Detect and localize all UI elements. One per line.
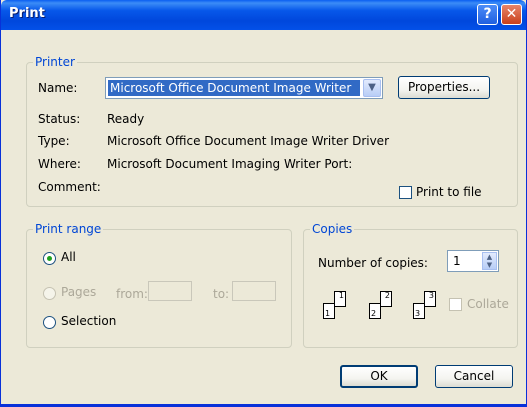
collate-page-2-back: 2 <box>380 291 392 307</box>
to-label: to: <box>213 287 230 301</box>
print-to-file-checkbox[interactable] <box>399 186 412 199</box>
all-label[interactable]: All <box>61 250 76 264</box>
comment-label: Comment: <box>38 180 101 194</box>
selection-label[interactable]: Selection <box>61 314 116 328</box>
chevron-down-icon[interactable]: ▼ <box>363 79 381 97</box>
collate-page-3-front: 3 <box>413 303 425 319</box>
printer-name-select[interactable]: Microsoft Office Document Image Writer ▼ <box>105 77 383 99</box>
pages-label[interactable]: Pages <box>61 285 96 299</box>
copies-value: 1 <box>453 254 461 268</box>
spin-up-down-icon[interactable]: ▲ ▼ <box>482 252 497 270</box>
pages-radio[interactable] <box>43 287 56 300</box>
where-label: Where: <box>38 157 81 171</box>
dialog-title: Print <box>9 6 45 21</box>
number-of-copies-label: Number of copies: <box>318 256 428 270</box>
collate-page-3-back: 3 <box>424 291 436 307</box>
collate-page-1-back: 1 <box>334 291 346 307</box>
printer-group-label: Printer <box>35 55 75 69</box>
status-label: Status: <box>38 112 81 126</box>
where-value: Microsoft Document Imaging Writer Port: <box>107 157 353 171</box>
copies-group-label: Copies <box>312 222 353 236</box>
name-label: Name: <box>38 81 78 95</box>
from-input[interactable] <box>148 281 192 301</box>
print-range-group-label: Print range <box>35 222 102 236</box>
cancel-button[interactable]: Cancel <box>435 365 513 388</box>
collate-page-2-front: 2 <box>369 303 381 319</box>
type-value: Microsoft Office Document Image Writer D… <box>107 134 389 148</box>
selection-radio[interactable] <box>43 316 56 329</box>
collate-page-1-front: 1 <box>323 303 335 319</box>
from-label: from: <box>116 287 148 301</box>
title-bar[interactable]: Print ? ✕ <box>1 0 526 30</box>
type-label: Type: <box>38 134 70 148</box>
status-value: Ready <box>107 112 145 126</box>
print-to-file-label[interactable]: Print to file <box>416 185 482 199</box>
print-dialog: Print ? ✕ Printer Name: Microsoft Office… <box>0 0 527 407</box>
all-radio[interactable] <box>43 252 56 265</box>
to-input[interactable] <box>232 281 276 301</box>
properties-button[interactable]: Properties... <box>398 76 490 99</box>
collate-checkbox[interactable] <box>449 298 462 311</box>
copies-group: Copies <box>303 222 518 348</box>
ok-button[interactable]: OK <box>340 365 418 388</box>
help-button[interactable]: ? <box>477 4 498 25</box>
copies-stepper[interactable]: 1 ▲ ▼ <box>447 250 499 272</box>
printer-name-value: Microsoft Office Document Image Writer <box>108 80 360 96</box>
close-button[interactable]: ✕ <box>501 4 522 25</box>
collate-label[interactable]: Collate <box>467 297 509 311</box>
collate-pages-icon: 1 1 2 2 3 3 <box>317 291 441 327</box>
